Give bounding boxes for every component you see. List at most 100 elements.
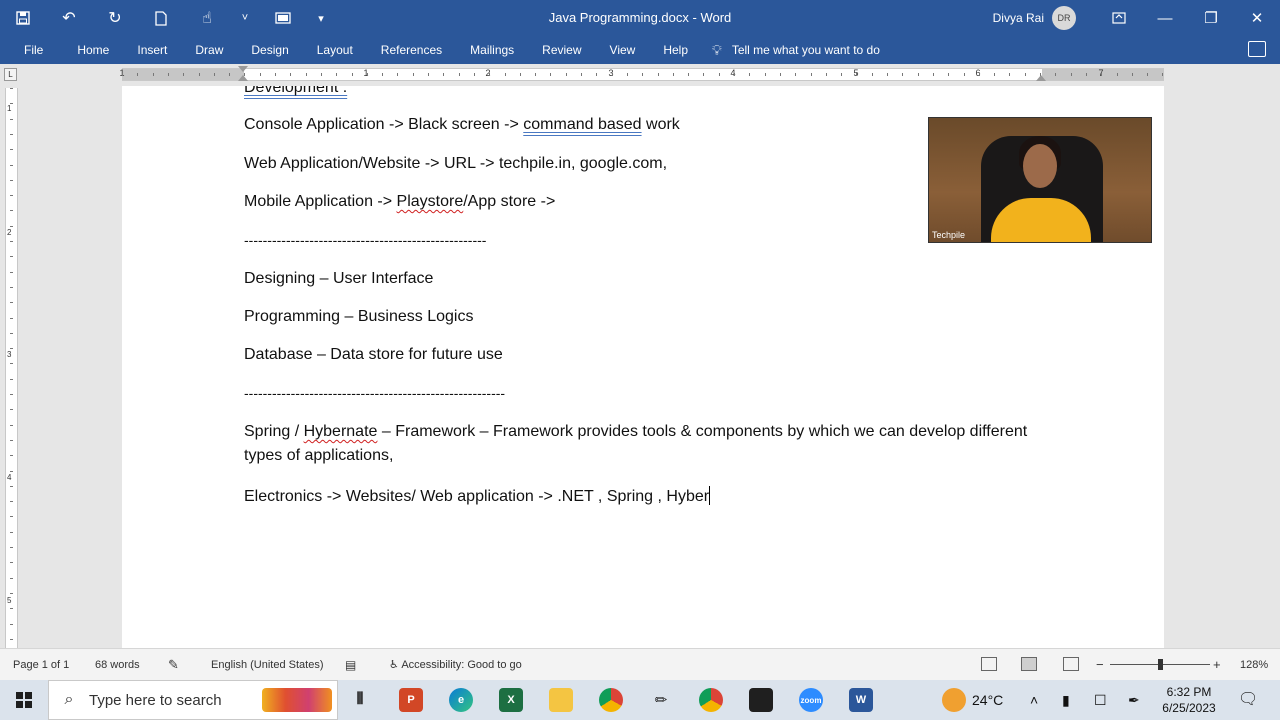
restore-icon[interactable]: ❐ [1188, 0, 1234, 36]
customize-qat-icon[interactable]: ▾ [306, 0, 336, 36]
ruler-tick [994, 73, 996, 76]
ruler-tick [305, 73, 307, 76]
ruler-tick [779, 73, 781, 76]
tab-insert[interactable]: Insert [123, 36, 181, 64]
tab-draw[interactable]: Draw [181, 36, 237, 64]
tab-home[interactable]: Home [63, 36, 123, 64]
comments-icon[interactable] [1248, 41, 1266, 57]
horizontal-ruler[interactable]: 1 1 2 3 4 5 6 7 [119, 66, 1164, 81]
zoom-out-icon[interactable]: − [1096, 649, 1104, 681]
clock-date: 6/25/2023 [1162, 701, 1216, 715]
language-indicator[interactable]: English (United States) [211, 649, 324, 681]
ruler-tick [10, 409, 13, 411]
new-document-icon[interactable] [138, 0, 184, 36]
ruler-tick [1024, 73, 1026, 76]
weather-icon[interactable] [942, 688, 966, 712]
show-hidden-icons-icon[interactable]: ˄ [1030, 680, 1038, 720]
chevron-down-icon[interactable]: ˅ [230, 0, 260, 36]
first-line-indent-marker[interactable] [238, 66, 248, 72]
read-mode-icon[interactable] [981, 657, 997, 671]
ruler-number: 3 [7, 350, 12, 359]
ruler-number: 5 [7, 596, 12, 605]
doc-line: Console Application -> Black screen -> c… [244, 116, 680, 134]
tab-review[interactable]: Review [528, 36, 595, 64]
web-layout-icon[interactable] [1063, 657, 1079, 671]
tab-selector-icon[interactable]: L [4, 68, 17, 81]
start-button[interactable] [0, 680, 48, 720]
pen-icon[interactable]: ✒ [1128, 680, 1140, 720]
redo-icon[interactable]: ↻ [92, 0, 138, 36]
ruler-tick [10, 623, 13, 625]
tab-file[interactable]: File [0, 36, 63, 64]
search-highlight-icon[interactable] [262, 688, 332, 712]
zoom-in-icon[interactable]: + [1213, 649, 1221, 681]
edge-icon[interactable]: e [449, 688, 473, 712]
ruler-tick [887, 73, 888, 76]
tab-help[interactable]: Help [649, 36, 702, 64]
sticky-notes-icon[interactable] [749, 688, 773, 712]
ruler-tick [10, 424, 13, 426]
windows-logo-icon [16, 692, 32, 708]
screen-share-icon[interactable]: ☐ [1094, 680, 1107, 720]
doc-paragraph: Spring / Hybernate – Framework – Framewo… [244, 420, 1034, 468]
tab-references[interactable]: References [367, 36, 456, 64]
chrome-icon[interactable] [599, 688, 623, 712]
ruler-tick [10, 271, 13, 273]
proofing-icon[interactable]: ✎ [168, 649, 179, 681]
ruler-tick [122, 73, 123, 76]
chrome-profile-icon[interactable] [699, 688, 723, 712]
macro-icon[interactable]: ▤ [345, 649, 356, 681]
zoom-app-icon[interactable]: zoom [799, 688, 823, 712]
file-explorer-icon[interactable] [549, 688, 573, 712]
task-view-icon[interactable]: ⫴ [348, 688, 372, 712]
search-placeholder: Type here to search [89, 691, 222, 709]
ruler-tick [626, 73, 628, 76]
minimize-icon[interactable]: — [1142, 0, 1188, 36]
vertical-ruler[interactable]: 1 2 3 4 5 [5, 88, 18, 648]
word-icon[interactable]: W [849, 688, 873, 712]
tell-me-search[interactable]: 💡︎ Tell me what you want to do [712, 42, 880, 59]
webcam-label: Techpile [932, 230, 966, 240]
microphone-icon[interactable]: ▮ [1062, 680, 1070, 720]
spelling-flagged-text: Hybernate [303, 423, 378, 440]
webcam-video-overlay: Techpile [928, 117, 1152, 243]
grammar-flagged-text: command based [523, 116, 642, 133]
ruler-tick [10, 164, 13, 166]
touch-mode-icon[interactable]: ☝ [184, 0, 230, 36]
ribbon-display-options-icon[interactable] [1096, 0, 1142, 36]
undo-icon[interactable]: ↶ [46, 0, 92, 36]
accessibility-status[interactable]: ♿︎ Accessibility: Good to go [389, 649, 522, 681]
right-indent-marker[interactable] [1036, 75, 1046, 81]
save-icon[interactable] [0, 0, 46, 36]
doc-line: Designing – User Interface [244, 270, 434, 287]
tab-mailings[interactable]: Mailings [456, 36, 528, 64]
ruler-tick [10, 608, 13, 610]
zoom-slider-thumb[interactable] [1158, 659, 1163, 670]
excel-icon[interactable]: X [499, 688, 523, 712]
window-controls: — ❐ ✕ [1096, 0, 1280, 36]
temperature[interactable]: 24°C [972, 680, 1003, 720]
ruler-tick [1116, 73, 1118, 76]
ruler-tick [320, 73, 322, 76]
tab-layout[interactable]: Layout [303, 36, 367, 64]
close-icon[interactable]: ✕ [1234, 0, 1280, 36]
ruler-number: 4 [7, 473, 12, 482]
color-picker-icon[interactable]: ✏ [649, 688, 673, 712]
screen-icon[interactable] [260, 0, 306, 36]
ruler-tick [10, 225, 13, 227]
zoom-level[interactable]: 128% [1240, 649, 1268, 681]
notifications-icon[interactable]: 🗨︎ [1238, 680, 1258, 720]
powerpoint-icon[interactable]: P [399, 688, 423, 712]
user-account[interactable]: Divya Rai DR [993, 0, 1076, 36]
ruler-tick [10, 470, 13, 472]
tab-design[interactable]: Design [237, 36, 302, 64]
system-clock[interactable]: 6:32 PM 6/25/2023 [1154, 684, 1224, 716]
word-count[interactable]: 68 words [95, 649, 140, 681]
page-count[interactable]: Page 1 of 1 [13, 649, 69, 681]
tab-view[interactable]: View [596, 36, 650, 64]
ruler-tick [764, 73, 766, 76]
text-run: Mobile Application -> [244, 193, 397, 210]
left-indent-marker[interactable] [238, 75, 248, 81]
print-layout-icon[interactable] [1021, 657, 1037, 671]
ruler-tick [1147, 73, 1149, 76]
